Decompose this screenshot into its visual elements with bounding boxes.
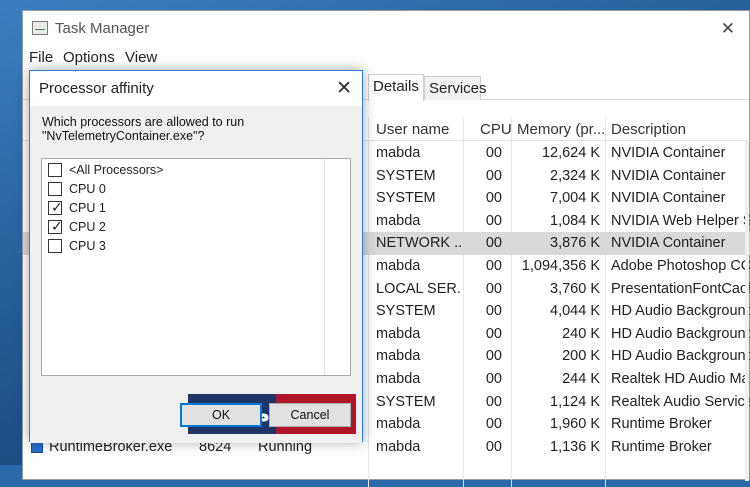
dialog-title: Processor affinity (39, 80, 154, 97)
cancel-button[interactable]: Cancel (269, 403, 351, 427)
cell-cpu: 00 (485, 303, 502, 320)
cell-memory: 4,044 K (550, 303, 600, 320)
check-icon: ✓ (51, 218, 63, 234)
cell-user-name: NETWORK ... (376, 235, 462, 252)
cell-memory: 1,136 K (550, 438, 600, 455)
cell-description: HD Audio Background (611, 325, 750, 342)
cell-description: HD Audio Background (611, 303, 750, 320)
menu-file[interactable]: File (29, 49, 53, 66)
cell-user-name: mabda (376, 348, 421, 365)
list-divider (324, 159, 325, 375)
cell-user-name: SYSTEM (376, 303, 436, 320)
cell-memory: 1,960 K (550, 416, 600, 433)
cell-memory: 1,094,356 K (521, 258, 600, 274)
cell-description: Runtime Broker (611, 416, 712, 433)
checkbox-cpu3[interactable] (48, 239, 62, 253)
processor-list[interactable]: <All Processors> CPU 0 ✓ CPU 1 ✓ CPU 2 C… (41, 158, 356, 434)
cell-cpu: 00 (485, 325, 502, 342)
cell-memory: 3,760 K (550, 280, 600, 297)
processor-label: CPU 1 (69, 201, 106, 215)
cell-cpu: 00 (485, 235, 502, 252)
task-manager-icon (32, 21, 48, 35)
checkbox-cpu1[interactable]: ✓ (48, 199, 63, 215)
processor-label: <All Processors> (69, 163, 164, 177)
cell-memory: 1,124 K (550, 393, 600, 410)
cell-cpu: 00 (485, 212, 502, 229)
vertical-scrollbar[interactable] (745, 141, 749, 481)
cell-memory: 12,624 K (541, 145, 600, 161)
column-header-description[interactable]: Description (611, 121, 686, 138)
prompt-line-2: "NvTelemetryContainer.exe"? (42, 129, 205, 143)
cell-cpu: 00 (485, 371, 502, 387)
cell-description: Realtek Audio Service (611, 393, 750, 410)
cell-description: NVIDIA Container (611, 235, 726, 252)
cell-description: NVIDIA Web Helper Se (611, 212, 750, 229)
menu-options[interactable]: Options (63, 49, 115, 66)
cell-cpu: 00 (485, 393, 502, 410)
checkbox-cpu0[interactable] (48, 182, 62, 196)
close-icon[interactable]: ✕ (721, 19, 735, 39)
cell-memory: 2,324 K (550, 167, 600, 184)
cell-cpu: 00 (485, 416, 502, 433)
cell-description: Adobe Photoshop CC 2 (611, 258, 750, 274)
menu-view[interactable]: View (125, 49, 157, 66)
cell-user-name: SYSTEM (376, 167, 436, 184)
checkbox-cpu2[interactable]: ✓ (48, 218, 63, 234)
cell-user-name: mabda (376, 325, 421, 342)
cell-description: HD Audio Background (611, 348, 750, 365)
column-header-user-name[interactable]: User name (376, 121, 449, 138)
processor-affinity-dialog: Processor affinity ✕ Which processors ar… (29, 70, 363, 443)
cell-memory: 7,004 K (550, 190, 600, 207)
cell-description: Realtek HD Audio Man (611, 371, 750, 387)
cell-user-name: mabda (376, 212, 421, 229)
ok-button[interactable]: OK (180, 403, 262, 427)
cell-user-name: mabda (376, 371, 421, 387)
task-manager-titlebar[interactable]: Task Manager ✕ (23, 11, 749, 47)
check-icon: ✓ (51, 199, 63, 215)
cell-cpu: 00 (485, 190, 502, 207)
cell-user-name: mabda (376, 438, 421, 455)
desktop-background: Task Manager ✕ File Options View Details… (0, 0, 750, 487)
cell-cpu: 00 (485, 280, 502, 297)
dialog-titlebar[interactable]: Processor affinity ✕ (30, 71, 362, 106)
column-header-cpu[interactable]: CPU (480, 121, 512, 138)
cell-cpu: 00 (485, 258, 502, 274)
cell-user-name: mabda (376, 258, 421, 274)
cell-memory: 244 K (562, 371, 600, 387)
cell-cpu: 00 (485, 145, 502, 161)
cell-memory: 240 K (562, 325, 600, 342)
cell-cpu: 00 (485, 167, 502, 184)
cell-cpu: 00 (485, 348, 502, 365)
column-header-memory[interactable]: Memory (pr... (517, 121, 605, 138)
processor-label: CPU 0 (69, 182, 106, 196)
cell-user-name: SYSTEM (376, 190, 436, 207)
tab-services[interactable]: Services (424, 76, 487, 100)
cell-memory: 1,084 K (550, 212, 600, 229)
dialog-prompt: Which processors are allowed to run "NvT… (42, 115, 244, 143)
processor-label: CPU 2 (69, 220, 106, 234)
dialog-close-icon[interactable]: ✕ (336, 77, 352, 100)
processor-label: CPU 3 (69, 239, 106, 253)
cell-description: NVIDIA Container (611, 190, 726, 207)
cell-memory: 200 K (562, 348, 600, 365)
cell-memory: 3,876 K (550, 235, 600, 252)
window-title: Task Manager (55, 20, 150, 37)
cell-description: NVIDIA Container (611, 145, 726, 161)
prompt-line-1: Which processors are allowed to run (42, 115, 245, 129)
cell-cpu: 00 (485, 438, 502, 455)
cell-user-name: SYSTEM (376, 393, 436, 410)
cell-user-name: mabda (376, 145, 421, 161)
cell-user-name: LOCAL SER... (376, 280, 462, 297)
cell-description: PresentationFontCache (611, 280, 750, 297)
checkbox-all-processors[interactable] (48, 163, 62, 177)
tab-details[interactable]: Details (368, 74, 424, 101)
cell-user-name: mabda (376, 416, 421, 433)
cell-description: Runtime Broker (611, 438, 712, 455)
dialog-body: Which processors are allowed to run "NvT… (30, 106, 362, 443)
cell-description: NVIDIA Container (611, 167, 726, 184)
